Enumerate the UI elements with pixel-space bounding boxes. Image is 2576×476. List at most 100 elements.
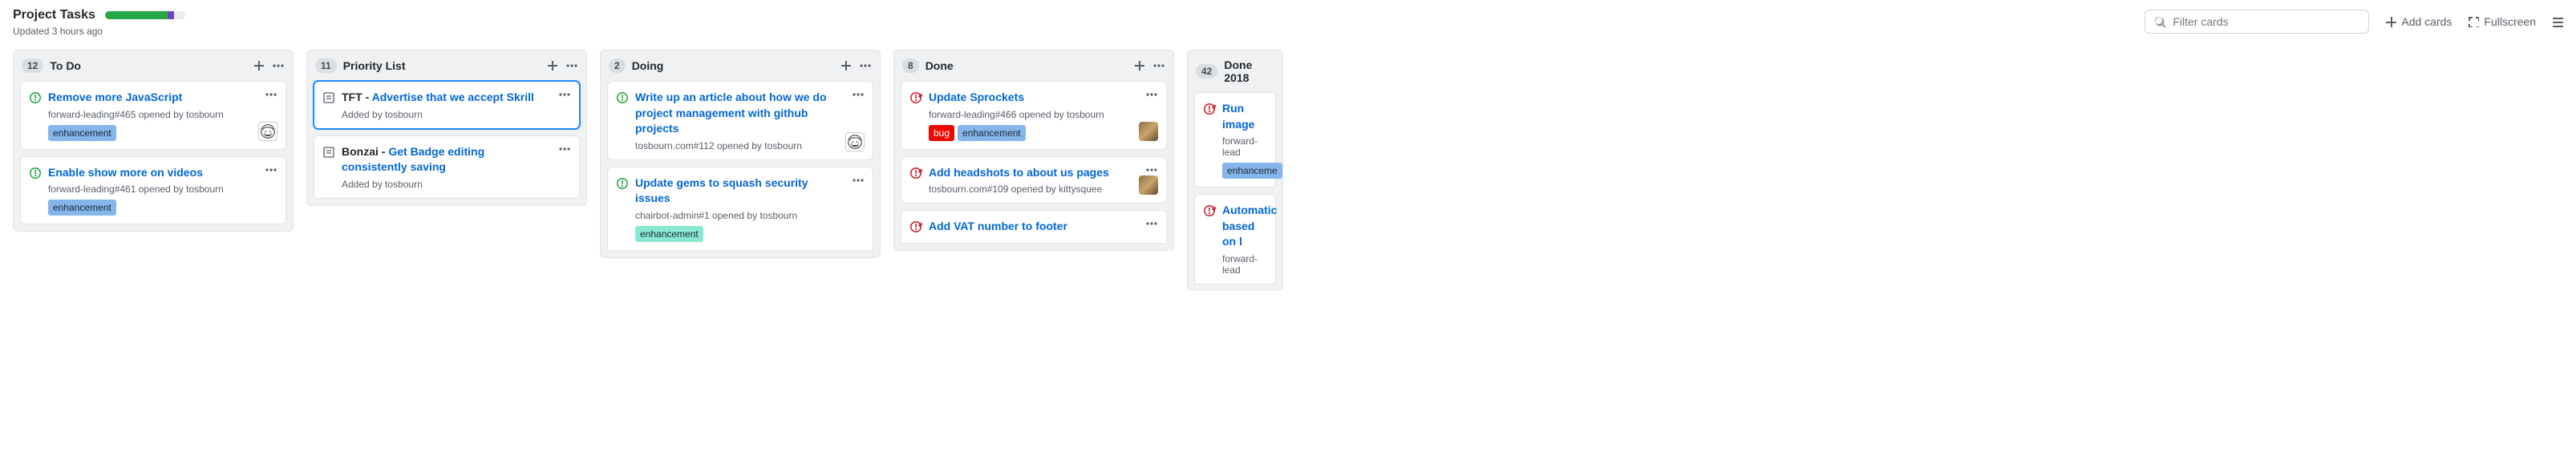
card-title-link[interactable]: Automatic based on l bbox=[1222, 203, 1267, 250]
kebab-icon bbox=[1145, 88, 1158, 101]
card-menu-button[interactable] bbox=[852, 174, 865, 189]
card-status-icon bbox=[1203, 103, 1216, 115]
column-title: Done bbox=[925, 59, 1133, 72]
column-add-button[interactable] bbox=[546, 59, 559, 72]
card-title-link[interactable]: Add headshots to about us pages bbox=[929, 165, 1158, 181]
card-labels: bugenhancement bbox=[929, 125, 1158, 141]
card-status-icon bbox=[1203, 204, 1216, 217]
card[interactable]: Remove more JavaScript forward-leading#46… bbox=[20, 81, 286, 150]
card-title-link[interactable]: Update Sprockets bbox=[929, 90, 1158, 106]
card-menu-button[interactable] bbox=[265, 163, 277, 179]
project-title: Project Tasks bbox=[13, 8, 95, 22]
kebab-icon bbox=[265, 88, 277, 101]
column-header: 2 Doing bbox=[601, 50, 880, 81]
card-title-link[interactable]: Run image bbox=[1222, 101, 1267, 132]
title-row: Project Tasks bbox=[13, 8, 2145, 22]
avatar[interactable] bbox=[845, 132, 865, 151]
card-user[interactable]: tosbourn bbox=[186, 184, 224, 195]
card-user[interactable]: tosbourn bbox=[186, 109, 224, 120]
search-icon bbox=[2153, 15, 2166, 28]
menu-icon bbox=[2552, 16, 2563, 27]
card-menu-button[interactable] bbox=[265, 88, 277, 103]
kebab-icon bbox=[852, 88, 865, 101]
column-header: 8 Done bbox=[894, 50, 1173, 81]
column: 2 Doing Write up an article about how we… bbox=[600, 50, 881, 258]
issue-closed-icon bbox=[1203, 204, 1216, 217]
card-status-icon bbox=[909, 91, 922, 104]
card-user[interactable]: tosbourn bbox=[764, 140, 802, 151]
label[interactable]: enhancement bbox=[958, 125, 1026, 141]
kebab-icon bbox=[859, 59, 872, 72]
cards-list: TFT - Advertise that we accept SkrillAdd… bbox=[307, 81, 586, 205]
card[interactable]: Update gems to squash security issues cha… bbox=[607, 167, 873, 251]
card-meta: Added by tosbourn bbox=[342, 109, 571, 120]
column-menu-button[interactable] bbox=[859, 59, 872, 72]
column: 11 Priority List TFT - Advertise that we… bbox=[306, 50, 587, 206]
card[interactable]: Update Sprocketsforward-leading#466 open… bbox=[901, 81, 1167, 150]
column-actions bbox=[253, 59, 285, 72]
card-user[interactable]: tosbourn bbox=[385, 179, 423, 190]
card-menu-button[interactable] bbox=[558, 88, 571, 103]
issue-open-icon bbox=[616, 91, 629, 104]
menu-button[interactable] bbox=[2552, 16, 2563, 27]
card[interactable]: TFT - Advertise that we accept SkrillAdd… bbox=[314, 81, 580, 129]
card[interactable]: Write up an article about how we do proj… bbox=[607, 81, 873, 160]
card[interactable]: Add VAT number to footer bbox=[901, 210, 1167, 244]
card[interactable]: Automatic based on lforward-lead bbox=[1194, 194, 1276, 284]
card[interactable]: Add headshots to about us pagestosbourn.… bbox=[901, 156, 1167, 204]
card-menu-button[interactable] bbox=[1145, 217, 1158, 232]
issue-closed-icon bbox=[1203, 103, 1216, 115]
card[interactable]: Run imageforward-leadenhanceme bbox=[1194, 92, 1276, 188]
card-title-link[interactable]: Enable show more on videos bbox=[48, 165, 277, 181]
add-cards-button[interactable]: Add cards bbox=[2385, 15, 2452, 28]
fullscreen-icon bbox=[2468, 16, 2479, 27]
card-user[interactable]: tosbourn bbox=[385, 109, 423, 120]
column-menu-button[interactable] bbox=[565, 59, 578, 72]
column-add-button[interactable] bbox=[840, 59, 853, 72]
issue-open-icon bbox=[29, 167, 42, 180]
filter-input[interactable] bbox=[2173, 15, 2360, 28]
card-menu-button[interactable] bbox=[852, 88, 865, 103]
card-title-link[interactable]: Remove more JavaScript bbox=[48, 90, 277, 106]
fullscreen-button[interactable]: Fullscreen bbox=[2468, 15, 2536, 28]
card-status-icon bbox=[322, 146, 335, 159]
card-user[interactable]: tosbourn bbox=[1067, 109, 1104, 120]
card-title-link[interactable]: Add VAT number to footer bbox=[929, 219, 1158, 235]
card-title-link[interactable]: Write up an article about how we do proj… bbox=[635, 90, 865, 137]
column-menu-button[interactable] bbox=[1152, 59, 1165, 72]
kebab-icon bbox=[852, 174, 865, 187]
card-link[interactable]: Advertise that we accept Skrill bbox=[372, 91, 534, 103]
header-right: Add cards Fullscreen bbox=[2145, 8, 2563, 34]
label[interactable]: enhancement bbox=[635, 226, 703, 242]
card-title-link[interactable]: Update gems to squash security issues bbox=[635, 175, 865, 207]
column-actions bbox=[1133, 59, 1165, 72]
kebab-icon bbox=[565, 59, 578, 72]
card-menu-button[interactable] bbox=[1145, 88, 1158, 103]
kebab-icon bbox=[272, 59, 285, 72]
card[interactable]: Bonzai - Get Badge editing consistently … bbox=[314, 135, 580, 199]
column-add-button[interactable] bbox=[253, 59, 265, 72]
label[interactable]: enhancement bbox=[48, 125, 116, 141]
card-meta: forward-leading#465 opened by tosbourn bbox=[48, 109, 277, 120]
card-user[interactable]: kittysquee bbox=[1059, 184, 1102, 195]
label[interactable]: bug bbox=[929, 125, 954, 141]
avatar[interactable] bbox=[1139, 175, 1158, 195]
board: 12 To Do Remove more JavaScriptforward-l… bbox=[0, 37, 2576, 291]
column-menu-button[interactable] bbox=[272, 59, 285, 72]
avatar[interactable] bbox=[1139, 122, 1158, 141]
progress-inprogress bbox=[168, 11, 174, 19]
filter-box[interactable] bbox=[2145, 10, 2369, 34]
card-status-icon bbox=[322, 91, 335, 104]
card-status-icon bbox=[29, 167, 42, 180]
column-add-button[interactable] bbox=[1133, 59, 1146, 72]
issue-open-icon bbox=[29, 91, 42, 104]
card-menu-button[interactable] bbox=[558, 143, 571, 158]
card[interactable]: Enable show more on videosforward-leadin… bbox=[20, 156, 286, 225]
avatar[interactable] bbox=[258, 122, 277, 141]
card-user[interactable]: tosbourn bbox=[759, 210, 797, 221]
label[interactable]: enhanceme bbox=[1222, 163, 1282, 179]
card-labels: enhanceme bbox=[1222, 163, 1267, 179]
label[interactable]: enhancement bbox=[48, 200, 116, 216]
progress-bar[interactable] bbox=[105, 11, 185, 19]
card-meta: chairbot-admin#1 opened by tosbourn bbox=[635, 210, 865, 221]
